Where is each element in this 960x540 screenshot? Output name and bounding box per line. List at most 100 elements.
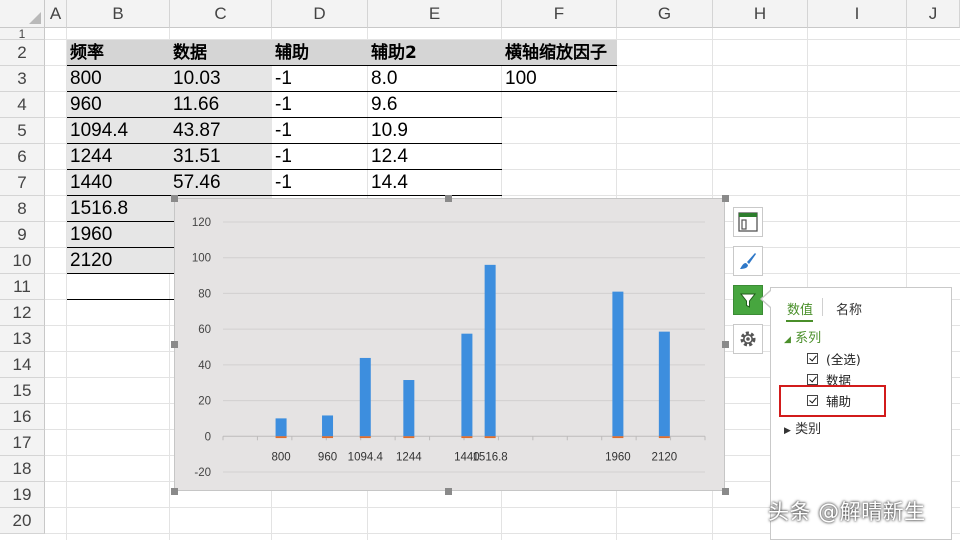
table-cell[interactable]: 11.66 — [170, 92, 272, 118]
gear-icon — [740, 331, 756, 347]
series-group-label: 系列 — [795, 331, 822, 346]
row-header-6[interactable]: 6 — [0, 144, 45, 170]
table-cell[interactable]: 1244 — [67, 144, 170, 170]
y-tick-label: 120 — [192, 217, 211, 229]
x-tick-label: 1960 — [605, 451, 631, 463]
chart-filters-button[interactable] — [733, 285, 763, 315]
table-cell[interactable]: 1516.8 — [67, 196, 170, 222]
row-header-11[interactable]: 11 — [0, 274, 45, 300]
column-header-j[interactable]: J — [907, 0, 960, 28]
column-header-a[interactable]: A — [45, 0, 67, 28]
table-cell[interactable]: 2120 — [67, 248, 170, 274]
table-cell[interactable]: 8.0 — [368, 66, 502, 92]
row-header-8[interactable]: 8 — [0, 196, 45, 222]
select-all-corner[interactable] — [0, 0, 45, 28]
bar-data — [322, 415, 334, 437]
y-tick-label: 80 — [198, 288, 211, 300]
resize-handle-bl[interactable] — [171, 488, 178, 495]
row-header-3[interactable]: 3 — [0, 66, 45, 92]
table-border — [67, 143, 502, 144]
row-header-20[interactable]: 20 — [0, 508, 45, 534]
table-cell[interactable]: 10.9 — [368, 118, 502, 144]
resize-handle-tl[interactable] — [171, 195, 178, 202]
table-header-cell[interactable]: 数据 — [170, 40, 272, 66]
row-header-16[interactable]: 16 — [0, 404, 45, 430]
scale-factor-cell[interactable]: 100 — [502, 66, 617, 92]
y-tick-label: 0 — [205, 431, 211, 443]
y-tick-label: 40 — [198, 360, 211, 372]
row-header-15[interactable]: 15 — [0, 378, 45, 404]
row-header-13[interactable]: 13 — [0, 326, 45, 352]
row-header-18[interactable]: 18 — [0, 456, 45, 482]
row-header-17[interactable]: 17 — [0, 430, 45, 456]
table-cell[interactable]: 14.4 — [368, 170, 502, 196]
table-cell[interactable]: 57.46 — [170, 170, 272, 196]
row-header-9[interactable]: 9 — [0, 222, 45, 248]
row-header-5[interactable]: 5 — [0, 118, 45, 144]
resize-handle-b[interactable] — [445, 488, 452, 495]
column-header-g[interactable]: G — [617, 0, 713, 28]
filter-item-select-all[interactable]: (全选) — [807, 349, 861, 368]
table-cell[interactable]: 12.4 — [368, 144, 502, 170]
table-cell[interactable]: 960 — [67, 92, 170, 118]
table-header-cell[interactable]: 辅助 — [272, 40, 368, 66]
table-header-cell[interactable]: 横轴缩放因子 — [502, 40, 617, 66]
table-cell[interactable]: 1094.4 — [67, 118, 170, 144]
collapse-triangle-icon: ◢ — [784, 335, 791, 345]
table-cell[interactable]: 1960 — [67, 222, 170, 248]
table-header-cell[interactable]: 辅助2 — [368, 40, 502, 66]
tab-names[interactable]: 名称 — [836, 299, 862, 318]
row-header-12[interactable]: 12 — [0, 300, 45, 326]
row-header-10[interactable]: 10 — [0, 248, 45, 274]
bar-auxiliary — [658, 436, 670, 439]
resize-handle-r[interactable] — [722, 341, 729, 348]
category-group-header[interactable]: ▶ 类别 — [784, 418, 821, 437]
table-cell[interactable]: 10.03 — [170, 66, 272, 92]
chart-styles-button[interactable] — [733, 246, 763, 276]
chart-settings-button[interactable] — [733, 324, 763, 354]
checkbox-checked-icon[interactable] — [807, 374, 818, 385]
bar-auxiliary — [461, 436, 473, 439]
table-cell[interactable]: -1 — [272, 92, 368, 118]
column-header-d[interactable]: D — [272, 0, 368, 28]
row-header-19[interactable]: 19 — [0, 482, 45, 508]
bar-auxiliary — [322, 436, 334, 439]
filter-item-label: (全选) — [826, 352, 861, 367]
table-cell[interactable]: 1440 — [67, 170, 170, 196]
column-header-f[interactable]: F — [502, 0, 617, 28]
table-cell[interactable]: 43.87 — [170, 118, 272, 144]
table-cell[interactable]: 800 — [67, 66, 170, 92]
table-cell[interactable]: -1 — [272, 66, 368, 92]
table-cell[interactable]: 9.6 — [368, 92, 502, 118]
table-cell[interactable]: -1 — [272, 144, 368, 170]
bar-data — [359, 357, 371, 437]
column-header-h[interactable]: H — [713, 0, 808, 28]
row-header-2[interactable]: 2 — [0, 40, 45, 66]
row-header-7[interactable]: 7 — [0, 170, 45, 196]
table-cell[interactable]: -1 — [272, 118, 368, 144]
bar-auxiliary — [484, 436, 496, 439]
chart-area[interactable]: -20 0 20 40 60 80 100 120 800 960 1094.4 1244 1440 15… — [174, 198, 725, 491]
resize-handle-br[interactable] — [722, 488, 729, 495]
resize-handle-l[interactable] — [171, 341, 178, 348]
series-group-header[interactable]: ◢ 系列 — [784, 327, 821, 346]
bar-data — [403, 380, 415, 437]
bar-auxiliary — [275, 436, 287, 439]
column-header-i[interactable]: I — [808, 0, 907, 28]
column-header-e[interactable]: E — [368, 0, 502, 28]
tab-values[interactable]: 数值 — [787, 299, 813, 318]
table-header-cell[interactable]: 频率 — [67, 40, 170, 66]
resize-handle-t[interactable] — [445, 195, 452, 202]
row-header-14[interactable]: 14 — [0, 352, 45, 378]
column-header-b[interactable]: B — [67, 0, 170, 28]
active-tab-underline — [786, 320, 813, 322]
table-cell[interactable]: 31.51 — [170, 144, 272, 170]
resize-handle-tr[interactable] — [722, 195, 729, 202]
table-cell[interactable]: -1 — [272, 170, 368, 196]
chart-elements-button[interactable] — [733, 207, 763, 237]
row-header-4[interactable]: 4 — [0, 92, 45, 118]
row-header-1[interactable]: 1 — [0, 27, 45, 41]
checkbox-checked-icon[interactable] — [807, 353, 818, 364]
column-header-c[interactable]: C — [170, 0, 272, 28]
y-tick-label: -20 — [194, 467, 211, 479]
